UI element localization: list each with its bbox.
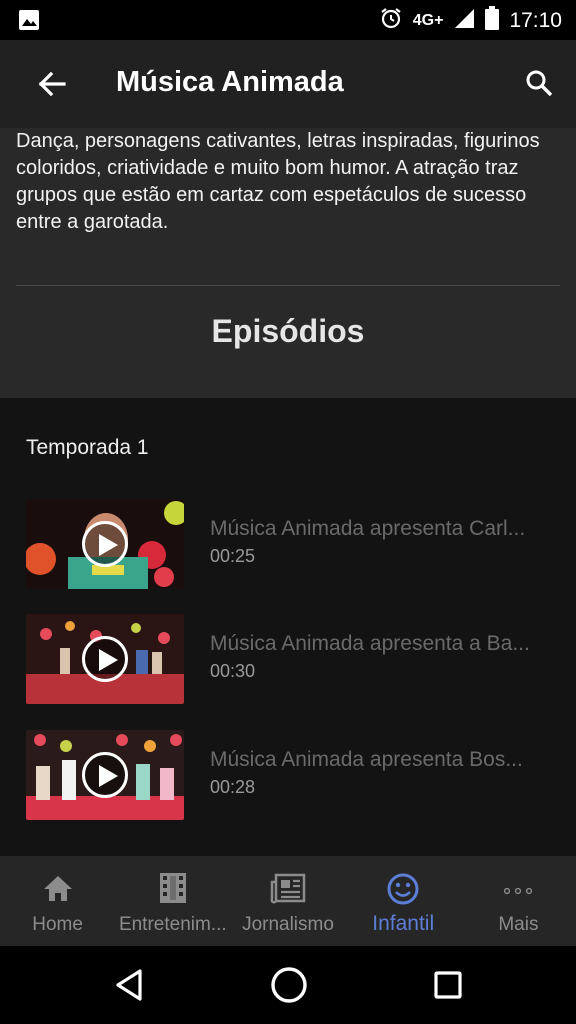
program-description: Dança, personagens cativantes, letras in… [16, 130, 540, 233]
recents-square-icon[interactable] [433, 970, 463, 1005]
episodes-heading: Episódios [211, 313, 365, 349]
play-icon[interactable] [82, 636, 128, 682]
alarm-icon [379, 6, 403, 35]
more-icon [503, 882, 533, 900]
season-label: Temporada 1 [26, 436, 149, 459]
play-icon[interactable] [82, 752, 128, 798]
episode-duration: 00:30 [210, 661, 256, 681]
back-triangle-icon[interactable] [114, 968, 144, 1007]
episode-title[interactable]: Música Animada apresenta a Ba... [210, 632, 550, 656]
program-info: Dança, personagens cativantes, letras in… [0, 128, 576, 398]
nav-label: Jornalismo [242, 914, 334, 935]
nav-item-entretenimento[interactable]: Entretenim... [115, 856, 230, 946]
app-bar: Música Animada [0, 40, 576, 128]
arrow-back-icon[interactable] [32, 64, 72, 104]
nav-item-infantil[interactable]: Infantil [346, 856, 461, 946]
home-circle-icon[interactable] [270, 966, 308, 1009]
list-item[interactable]: Música Animada apresenta Bos... 00:28 [0, 730, 576, 826]
play-icon[interactable] [82, 521, 128, 567]
nav-item-jornalismo[interactable]: Jornalismo [230, 856, 345, 946]
nav-label: Infantil [372, 912, 435, 935]
newspaper-icon [270, 872, 306, 909]
nav-item-home[interactable]: Home [0, 856, 115, 946]
nav-label: Mais [498, 914, 539, 935]
episode-thumbnail[interactable] [26, 499, 184, 589]
list-item[interactable]: Música Animada apresenta a Ba... 00:30 [0, 614, 576, 710]
signal-icon [453, 7, 475, 34]
battery-icon [485, 6, 500, 35]
system-navigation-bar [0, 946, 576, 1024]
episode-title[interactable]: Música Animada apresenta Bos... [210, 748, 550, 772]
search-icon[interactable] [522, 66, 558, 102]
list-item[interactable]: Música Animada apresenta Carl... 00:25 [0, 499, 576, 595]
nav-label: Home [32, 914, 83, 935]
page-title: Música Animada [116, 66, 344, 98]
home-icon [42, 872, 74, 909]
episode-thumbnail[interactable] [26, 614, 184, 704]
episode-title[interactable]: Música Animada apresenta Carl... [210, 517, 550, 541]
image-icon [18, 9, 40, 36]
episode-duration: 00:25 [210, 546, 256, 566]
clock: 17:10 [509, 8, 562, 32]
smiley-icon [386, 872, 420, 911]
status-bar: 4G+ 17:10 [0, 0, 576, 40]
episode-thumbnail[interactable] [26, 730, 184, 820]
nav-label: Entretenim... [118, 914, 227, 935]
film-icon [159, 872, 187, 909]
bottom-navigation: Home Entretenim... Jornalismo Infantil M… [0, 856, 576, 946]
divider [16, 285, 560, 286]
nav-item-mais[interactable]: Mais [461, 856, 576, 946]
network-type: 4G+ [412, 11, 444, 29]
episode-duration: 00:28 [210, 777, 256, 797]
